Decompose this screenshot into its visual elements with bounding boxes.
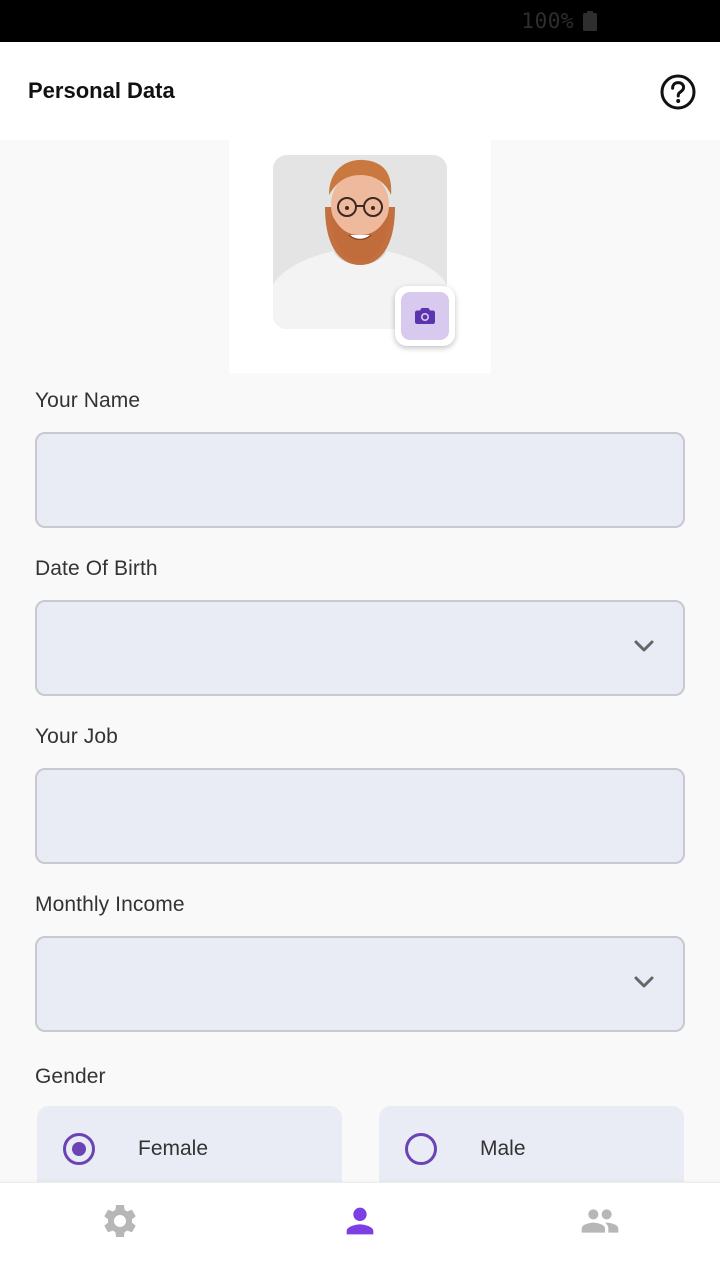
camera-icon: [415, 308, 435, 324]
page-title: Personal Data: [28, 78, 175, 103]
gender-option-label: Male: [480, 1137, 526, 1160]
group-icon[interactable]: [580, 1201, 620, 1241]
change-photo-button[interactable]: [395, 286, 455, 346]
help-icon[interactable]: [658, 72, 698, 112]
date-of-birth-label: Date Of Birth: [35, 557, 158, 580]
gender-option-label: Female: [138, 1137, 209, 1160]
name-input[interactable]: [35, 432, 685, 528]
chevron-down-icon: [634, 640, 654, 652]
radio-dot: [72, 1142, 86, 1156]
app-bar: Personal Data: [0, 42, 720, 140]
radio-button-unselected[interactable]: [405, 1133, 437, 1165]
profile-photo-card: [229, 140, 491, 373]
monthly-income-label: Monthly Income: [35, 893, 185, 916]
bottom-navigation: [0, 1182, 720, 1280]
name-label: Your Name: [35, 389, 141, 412]
radio-button-selected[interactable]: [63, 1133, 95, 1165]
person-icon[interactable]: [340, 1201, 380, 1241]
change-photo-button-bg: [401, 292, 449, 340]
battery-percentage: 100%: [521, 9, 574, 33]
battery-icon: [583, 11, 597, 31]
job-input[interactable]: [35, 768, 685, 864]
date-of-birth-select[interactable]: [35, 600, 685, 696]
status-bar: 100%: [0, 0, 720, 42]
job-label: Your Job: [35, 725, 118, 748]
gear-icon[interactable]: [100, 1201, 140, 1241]
gender-label: Gender: [35, 1065, 106, 1088]
chevron-down-icon: [634, 976, 654, 988]
monthly-income-select[interactable]: [35, 936, 685, 1032]
